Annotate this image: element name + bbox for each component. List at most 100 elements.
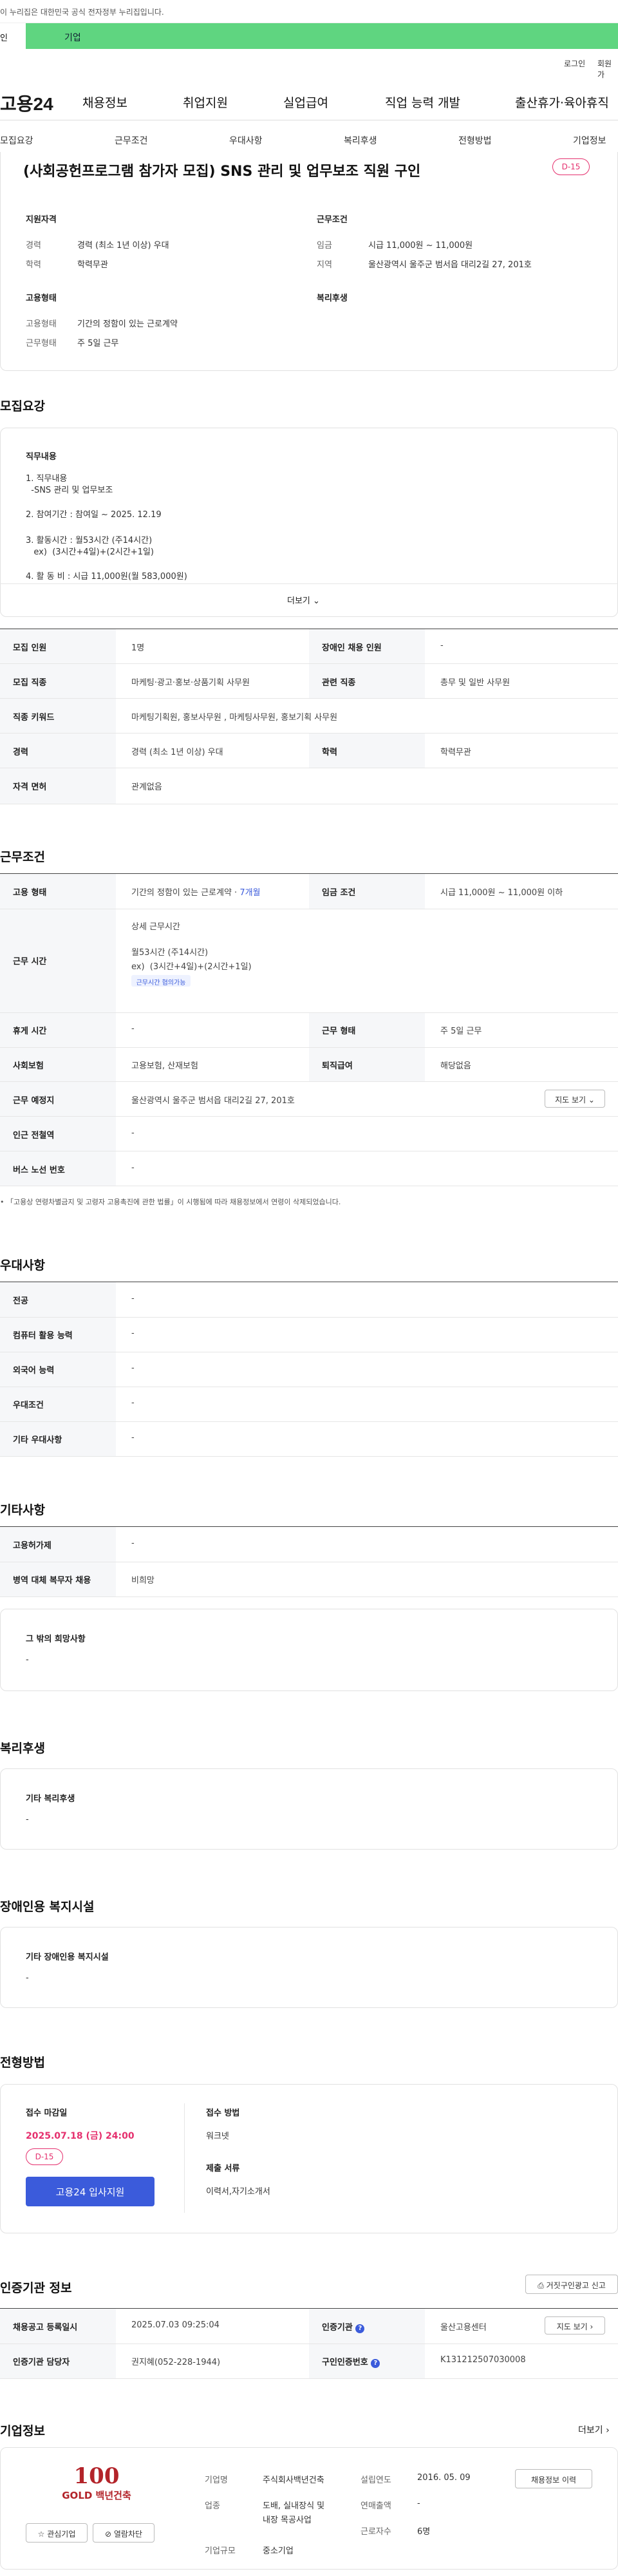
gnb-item-unemployment-benefit[interactable]: 실업급여 [283,93,328,111]
map-button[interactable]: 지도 보기 ⌄ [545,1090,605,1108]
subnav-company[interactable]: 기업정보 [573,134,606,147]
hiring-history-button[interactable]: 채용정보 이력 [515,2469,592,2488]
disab-card [0,1927,618,2008]
site-logo[interactable]: 고용24 [0,90,53,116]
company-sales-label: 연매출액 [360,2501,391,2511]
td-permit: - [131,1539,135,1548]
gnb-item-skills-development[interactable]: 직업 능력 개발 [385,93,460,111]
emp-heading: 고용형태 [26,294,57,303]
screen-card [0,2084,618,2233]
pref-row-line [0,1421,618,1422]
td-wage: 시급 11,000원 ~ 11,000원 이하 [440,888,563,898]
subnav-screening[interactable]: 전형방법 [458,134,492,147]
td-rest: - [131,1024,135,1034]
tab-individual[interactable]: 인 [0,23,26,49]
duty-line-2: -SNS 관리 및 업무보조 [26,486,113,495]
company-industry-label: 업종 [205,2501,220,2511]
th-wage: 임금 조건 [322,888,356,898]
favorite-company-button[interactable]: ☆ 관심기업 [26,2523,88,2543]
duty-line-5: ex) (3시간+4일)+(2시간+1일) [26,547,154,557]
age-notice-text: 「고용상 연령차별금지 및 고령자 고용촉진에 관한 법률」이 시행됨에 따라 … [6,1198,341,1206]
user-type-tabbar: 인 기업 [0,23,618,49]
recruit-row-line [0,698,618,699]
td-emp-type: 기간의 정함이 있는 근로계약 · 7개월 [131,886,261,898]
th-pref-etc: 기타 우대사항 [13,1435,62,1445]
cert-map-button[interactable]: 지도 보기 › [545,2316,605,2334]
join-link[interactable]: 회원가 [597,58,618,80]
td-recruit-count: 1명 [131,643,145,653]
th-severance: 퇴직급여 [322,1061,353,1071]
age-notice: • 「고용상 연령차별금지 및 고령자 고용촉진에 관한 법률」이 시행됨에 따… [0,1198,341,1206]
report-fake-ad-button[interactable]: ⎙ 거짓구인광고 신고 [525,2275,618,2294]
emp-period: 7개월 [239,888,261,898]
help-icon[interactable]: ? [371,2359,380,2368]
help-icon[interactable]: ? [355,2324,365,2333]
td-computer: - [131,1329,135,1338]
recruit-section-title: 모집요강 [0,399,45,413]
block-view-button[interactable]: ⊘ 열람차단 [93,2523,154,2543]
tab-company[interactable]: 기업 [64,31,81,44]
subnav-welfare[interactable]: 복리후생 [344,134,377,147]
td-military: 비희망 [131,1576,154,1586]
th-permit: 고용허가제 [13,1541,52,1551]
login-link[interactable]: 로그인 [564,58,585,69]
block-view-label: 열람차단 [113,2530,143,2539]
recruit-row-line [0,663,618,664]
qual-label-career: 경력 [26,241,41,251]
td-license: 관계없음 [131,782,162,792]
td-bus: - [131,1163,135,1173]
work-row-line [0,1116,618,1117]
subnav-recruit[interactable]: 모집요강 [0,134,33,147]
company-logo: 100 GOLD 백년건축 [39,2464,154,2509]
hope-card [0,1609,618,1691]
company-industry-value-1: 도배, 실내장식 및 [263,2501,325,2511]
td-cert-number: K131212507030008 [440,2355,526,2365]
duty-more-button[interactable]: 더보기 ⌄ [287,594,320,606]
report-icon: ⎙ [538,2281,544,2290]
th-disabled-count: 장애인 채용 인원 [322,643,382,653]
company-name-value: 주식회사백년건축 [263,2476,324,2485]
cond-value-region: 울산광역시 울주군 범서읍 대리2길 27, 201호 [368,260,532,270]
cond-heading: 근무조건 [317,215,348,225]
pref-row-line [0,1317,618,1318]
map-button-label: 지도 보기 [555,1095,586,1104]
deadline-dday-badge: D-15 [26,2148,63,2165]
apply-button[interactable]: 고용24 입사지원 [26,2177,154,2206]
company-more-link[interactable]: 더보기 › [578,2423,610,2436]
gnb-item-employment-support[interactable]: 취업지원 [183,93,228,111]
duty-card [0,428,618,617]
chevron-down-icon: ⌄ [588,1095,595,1104]
duty-line-6: 4. 활 동 비 : 시급 11,000원(월 583,000원) [26,572,187,582]
deadline-value: 2025.07.18 (금) 24:00 [26,2131,135,2141]
th-emp-type: 고용 형태 [13,888,47,898]
screen-section-title: 전형방법 [0,2056,45,2070]
gnb-item-parental-leave[interactable]: 출산휴가·육아휴직 [515,93,609,111]
company-logo-sub: GOLD 백년건축 [62,2490,131,2501]
disab-etc-heading: 기타 장애인용 복지시설 [26,1953,109,1962]
star-icon: ☆ [37,2530,45,2539]
td-related-job: 총무 및 일반 사무원 [440,678,510,688]
docs-value: 이력서,자기소개서 [206,2187,270,2197]
work-row-line [0,1081,618,1082]
company-employees-label: 근로자수 [360,2527,391,2537]
gnb-item-jobs[interactable]: 채용정보 [82,93,127,111]
subnav-preferences[interactable]: 우대사항 [229,134,263,147]
welfare-section-title: 복리후생 [0,1741,45,1756]
th-job-keyword: 직종 키워드 [13,713,55,723]
emp-label-type: 고용형태 [26,319,57,329]
company-more-label: 더보기 [578,2425,603,2436]
disab-etc-value: - [26,1973,29,1983]
disab-section-title: 장애인용 복지시설 [0,1900,95,1914]
td-job-type: 마케팅·광고·홍보·상품기획 사무원 [131,678,250,688]
cert-map-label: 지도 보기 [556,2322,588,2331]
cond-label-wage: 임금 [317,241,332,251]
th-pref-cond: 우대조건 [13,1401,44,1410]
td-cert-agency: 울산고용센터 [440,2323,487,2333]
th-career: 경력 [13,748,28,757]
company-founded-label: 설립연도 [360,2476,391,2485]
td-cert-manager: 권지혜(052-228-1944) [131,2358,221,2367]
company-employees-value: 6명 [417,2527,431,2537]
subnav-conditions[interactable]: 근무조건 [115,134,148,147]
chevron-right-icon: › [590,2322,594,2331]
pref-section-title: 우대사항 [0,1258,45,1273]
